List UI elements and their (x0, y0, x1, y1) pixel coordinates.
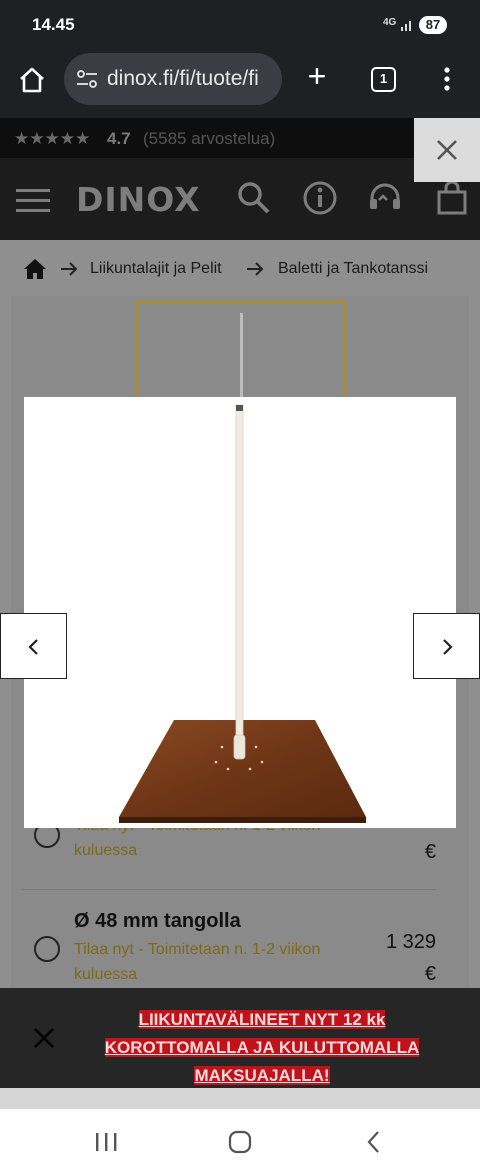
previous-image-button[interactable] (0, 613, 67, 679)
info-icon[interactable] (302, 180, 338, 216)
signal-icon (401, 21, 411, 31)
promo-line: LIIKUNTAVÄLINEET NYT 12 kk (138, 1010, 386, 1029)
address-bar[interactable]: dinox.fi/fi/tuote/fi (64, 53, 282, 105)
page-bottom (0, 1088, 480, 1109)
rating-strip: ★★★★★ 4.7 (5585 arvostelua) (0, 118, 480, 158)
variant-radio[interactable] (34, 936, 60, 962)
breadcrumb-link-category[interactable]: Liikuntalajit ja Pelit (90, 260, 222, 278)
promo-line: MAKSUAJALLA! (194, 1066, 330, 1085)
home-nav-icon[interactable] (228, 1130, 252, 1154)
home-icon[interactable] (14, 62, 50, 98)
price-currency: € (424, 963, 436, 985)
arrow-right-icon (61, 262, 78, 276)
dance-pole-product-image (119, 404, 366, 823)
customer-service-icon[interactable] (367, 180, 403, 216)
recent-apps-icon[interactable] (94, 1131, 118, 1153)
network-type: 4G (383, 17, 397, 28)
home-icon[interactable] (23, 258, 47, 280)
site-settings-icon[interactable] (76, 69, 98, 89)
new-tab-button[interactable]: + (302, 60, 332, 92)
rating-score: 4.7 (107, 129, 131, 148)
more-menu-icon[interactable] (437, 64, 457, 94)
promo-link[interactable]: LIIKUNTAVÄLINEET NYT 12 kk KOROTTOMALLA … (80, 1006, 444, 1090)
availability-text: Tilaa nyt - Toimitetaan n. 1-2 viikon ku… (74, 941, 321, 983)
battery-indicator: 87 (419, 16, 447, 34)
rating-stars: ★★★★★ (14, 129, 91, 148)
close-button[interactable] (414, 118, 480, 182)
promo-banner: LIIKUNTAVÄLINEET NYT 12 kk KOROTTOMALLA … (0, 988, 480, 1088)
rating-count: (5585 arvostelua) (143, 129, 276, 148)
chevron-left-icon (28, 639, 38, 655)
variant-title: Ø 48 mm tangolla (74, 910, 241, 932)
price-amount: 1 329 (385, 931, 436, 953)
site-logo[interactable]: DINOX (76, 180, 201, 219)
next-image-button[interactable] (413, 613, 480, 679)
price: 1 329 € (386, 926, 436, 990)
close-icon (437, 140, 457, 160)
pole-thumbnail-image (240, 313, 243, 403)
tab-switcher-button[interactable]: 1 (371, 67, 396, 92)
product-thumbnail[interactable] (135, 301, 345, 403)
price-currency: € (424, 841, 436, 863)
breadcrumb-link-subcategory[interactable]: Baletti ja Tankotanssi (278, 260, 428, 278)
arrow-right-icon (247, 262, 264, 276)
hamburger-menu-icon[interactable] (16, 188, 50, 212)
chevron-right-icon (443, 639, 453, 655)
divider (22, 889, 436, 890)
url-text: dinox.fi/fi/tuote/fi (107, 67, 259, 90)
breadcrumb: Liikuntalajit ja Pelit Baletti ja Tankot… (0, 240, 480, 296)
search-icon[interactable] (236, 180, 272, 216)
promo-line: KOROTTOMALLA JA KULUTTOMALLA (104, 1038, 420, 1057)
system-navigation-bar (0, 1109, 480, 1173)
browser-toolbar: dinox.fi/fi/tuote/fi + 1 (0, 50, 480, 118)
site-header: DINOX (0, 158, 480, 240)
product-image-lightbox[interactable] (24, 397, 456, 828)
cart-icon[interactable] (434, 180, 470, 216)
back-nav-icon[interactable] (364, 1130, 384, 1154)
close-banner-icon[interactable] (32, 1026, 56, 1050)
clock: 14.45 (32, 15, 75, 34)
status-bar: 14.45 4G 87 (0, 0, 480, 50)
